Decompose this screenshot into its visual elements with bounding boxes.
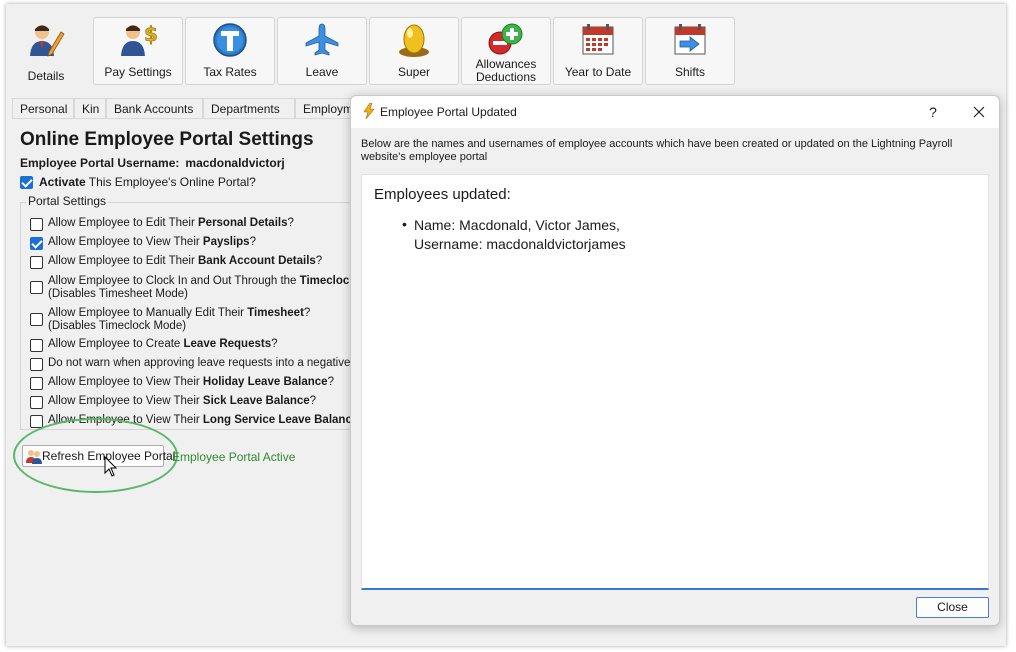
refresh-employee-portal-button[interactable]: Refresh Employee Portal [22,445,175,467]
toolbar-pay-settings-button[interactable]: $ Pay Settings [93,17,183,85]
option-checkbox[interactable] [30,281,43,294]
portal-username-value: macdonaldvictorj [185,156,285,170]
toolbar-leave-button[interactable]: Leave [277,17,367,85]
golden-egg-icon [399,24,429,57]
airplane-icon [305,23,339,56]
lightning-icon [363,103,375,119]
portal-username-label: Employee Portal Username: [20,156,180,170]
toolbar-leave-label: Leave [305,65,339,79]
toolbar-super-label: Super [397,65,431,79]
employee-portal-updated-dialog: Employee Portal Updated ? Below are the … [350,95,1000,626]
bullet-icon: • [402,216,407,232]
dialog-titlebar: Employee Portal Updated ? [351,96,999,128]
portal-settings-legend: Portal Settings [26,194,109,208]
mouse-pointer-icon [104,456,118,477]
help-button[interactable]: ? [923,102,943,122]
option-checkbox[interactable] [30,218,43,231]
option-checkbox[interactable] [30,339,43,352]
toolbar-tax-rates-button[interactable]: Tax Rates [185,17,275,85]
updated-employees-panel: Employees updated: • Name: Macdonald, Vi… [361,174,989,590]
page-title: Online Employee Portal Settings [20,129,314,150]
svg-text:$: $ [144,22,157,46]
employee-edit-icon [30,25,65,57]
toolbar-year-to-date-label: Year to Date [564,65,632,79]
employee-username-line: Username: macdonaldvictorjames [414,236,626,252]
toolbar-allowances-label: Allowances Deductions [475,57,537,84]
close-button[interactable]: Close [916,597,989,618]
employee-name-line: Name: Macdonald, Victor James, [414,217,620,233]
tax-t-icon [213,23,247,57]
option-checkbox[interactable] [30,358,43,371]
tab-personal[interactable]: Personal [12,98,74,118]
employee-money-icon: $ [121,22,157,56]
toolbar-pay-settings-label: Pay Settings [104,65,172,79]
portal-status-text: Employee Portal Active [172,450,296,464]
tab-kin[interactable]: Kin [74,98,106,118]
toolbar-allowances-deductions-button[interactable]: Allowances Deductions [461,17,551,85]
calendar-icon [582,24,614,55]
portal-username: Employee Portal Username: macdonaldvictor… [20,156,285,170]
employees-icon [26,450,42,464]
app-window: Details $ Pay Settings Tax Rates Leave S [6,4,1006,646]
toolbar-details-button[interactable]: Details [8,17,84,85]
toolbar-tax-rates-label: Tax Rates [203,65,257,79]
option-checkbox[interactable] [30,313,43,326]
toolbar-shifts-label: Shifts [674,65,705,79]
option-checkbox[interactable] [30,256,43,269]
toolbar-details-label: Details [27,69,65,83]
tab-departments[interactable]: Departments [203,98,295,118]
plus-minus-icon [488,23,523,55]
toolbar-year-to-date-button[interactable]: Year to Date [553,17,643,85]
updated-heading: Employees updated: [374,186,511,203]
activate-portal-checkbox[interactable] [20,176,33,189]
option-checkbox[interactable] [30,237,43,250]
option-checkbox[interactable] [30,396,43,409]
tab-bank-accounts[interactable]: Bank Accounts [106,98,203,118]
employee-tabs: Personal Kin Bank Accounts Departments E… [12,98,372,119]
dialog-description: Below are the names and usernames of emp… [361,138,953,163]
toolbar-super-button[interactable]: Super [369,17,459,85]
option-checkbox[interactable] [30,377,43,390]
calendar-arrow-icon [674,24,706,55]
toolbar-shifts-button[interactable]: Shifts [645,17,735,85]
close-icon[interactable] [969,102,989,122]
activate-portal-label: Activate This Employee's Online Portal? [39,175,256,189]
dialog-title: Employee Portal Updated [380,105,517,119]
